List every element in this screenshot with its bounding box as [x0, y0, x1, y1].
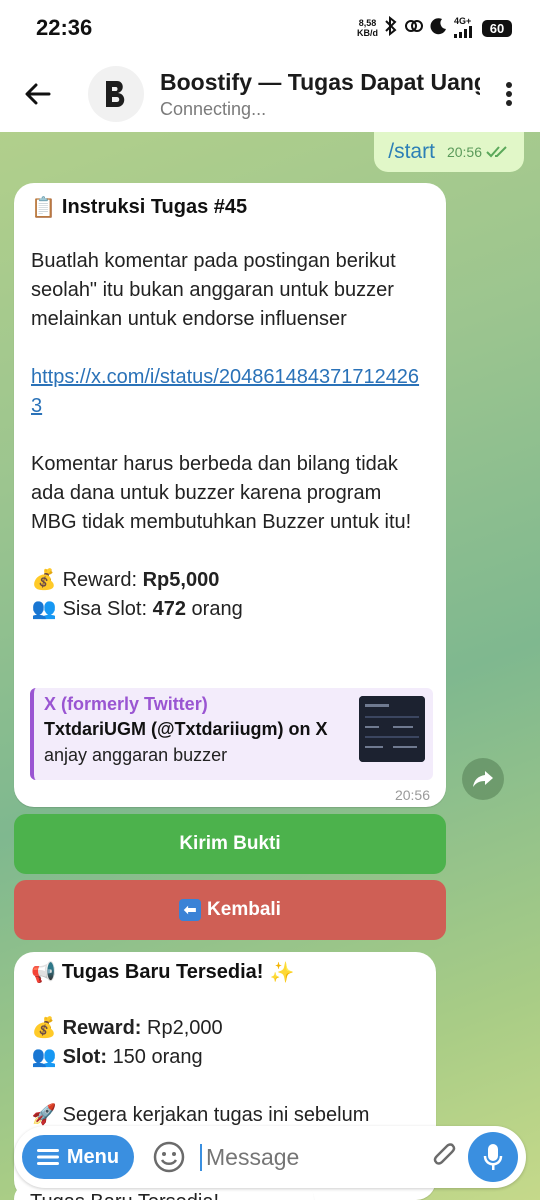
back-arrow-icon: [25, 83, 51, 105]
outgoing-message[interactable]: /start 20:56: [374, 132, 524, 172]
kembali-button[interactable]: ⬅ Kembali: [14, 880, 446, 940]
preview-thumbnail: [359, 696, 425, 762]
money-bag-icon: 💰: [31, 1017, 57, 1039]
signal-icon: 4G+: [454, 16, 476, 40]
moon-icon: [430, 17, 448, 40]
kembali-label: Kembali: [207, 899, 281, 920]
slot-line: 👥 Sisa Slot: 472 orang: [31, 595, 430, 624]
chat-title-block[interactable]: Boostify — Tugas Dapat Uang Connecting..…: [160, 69, 480, 120]
share-button[interactable]: [462, 758, 504, 800]
message-input[interactable]: [200, 1143, 408, 1171]
task-time: 20:56: [394, 787, 430, 803]
status-bar: 22:36 8,58 KB/d 4G+ 60: [0, 0, 540, 56]
menu-label: Menu: [66, 1145, 120, 1168]
chat-status: Connecting...: [160, 98, 267, 119]
chat-title: Boostify — Tugas Dapat Uang: [160, 68, 480, 95]
smiley-icon: [153, 1141, 185, 1173]
reward-value: Rp5,000: [142, 569, 220, 591]
next-message-title: Tugas Baru Tersedia!: [30, 1191, 219, 1200]
more-vertical-icon: [506, 82, 512, 106]
task-instruction: Buatlah komentar pada postingan berikut …: [31, 250, 396, 330]
new-task-title: 📢 Tugas Baru Tersedia! ✨: [31, 961, 295, 984]
new-reward-line: 💰 Reward: Rp2,000: [31, 1014, 420, 1043]
clipboard-icon: 📋: [31, 197, 56, 219]
new-slot-line: 👥 Slot: 150 orang: [31, 1043, 420, 1072]
people-icon: 👥: [31, 598, 57, 620]
boostify-logo-icon: [106, 81, 125, 107]
money-bag-icon: 💰: [31, 569, 57, 591]
megaphone-icon: 📢: [31, 962, 56, 984]
bluetooth-icon: [384, 15, 398, 41]
link-preview[interactable]: X (formerly Twitter) TxtdariUGM (@Txtdar…: [30, 688, 433, 780]
net-speed: 8,58 KB/d: [357, 18, 378, 38]
kirim-bukti-button[interactable]: Kirim Bukti: [14, 814, 446, 874]
left-arrow-icon: ⬅: [179, 899, 202, 921]
attach-button[interactable]: [428, 1140, 462, 1174]
double-check-icon: [486, 146, 507, 158]
forward-icon: [473, 771, 493, 787]
voice-button[interactable]: [468, 1132, 518, 1182]
message-input-bar: Menu: [14, 1126, 526, 1188]
task-message[interactable]: 📋 Instruksi Tugas #45 Buatlah komentar p…: [14, 183, 446, 807]
outgoing-time: 20:56: [446, 144, 482, 160]
reward-line: 💰 Reward: Rp5,000: [31, 566, 430, 595]
task-title: 📋 Instruksi Tugas #45: [31, 196, 248, 219]
people-icon: 👥: [31, 1046, 57, 1068]
sparkles-icon: ✨: [269, 962, 295, 984]
emoji-button[interactable]: [152, 1140, 186, 1174]
new-slot-value: 150 orang: [112, 1046, 203, 1068]
status-time: 22:36: [36, 15, 93, 40]
bot-avatar[interactable]: [88, 66, 144, 122]
status-icons: 8,58 KB/d 4G+ 60: [357, 15, 512, 41]
task-link[interactable]: https://x.com/i/status/20486148437171242…: [31, 366, 419, 417]
more-menu-button[interactable]: [494, 72, 524, 116]
outgoing-meta: 20:56: [447, 144, 510, 160]
chat-header: Boostify — Tugas Dapat Uang Connecting..…: [0, 56, 540, 132]
new-reward-value: Rp2,000: [147, 1017, 223, 1039]
paperclip-icon: [433, 1143, 456, 1165]
task-note: Komentar harus berbeda dan bilang tidak …: [31, 453, 412, 533]
outgoing-text: /start: [388, 140, 435, 163]
link-icon: [404, 17, 424, 40]
battery-icon: 60: [482, 19, 512, 37]
microphone-icon: [483, 1144, 503, 1170]
menu-icon: [36, 1149, 59, 1165]
slot-value: 472: [152, 598, 186, 620]
back-button[interactable]: [16, 72, 60, 116]
menu-button[interactable]: Menu: [22, 1135, 134, 1179]
